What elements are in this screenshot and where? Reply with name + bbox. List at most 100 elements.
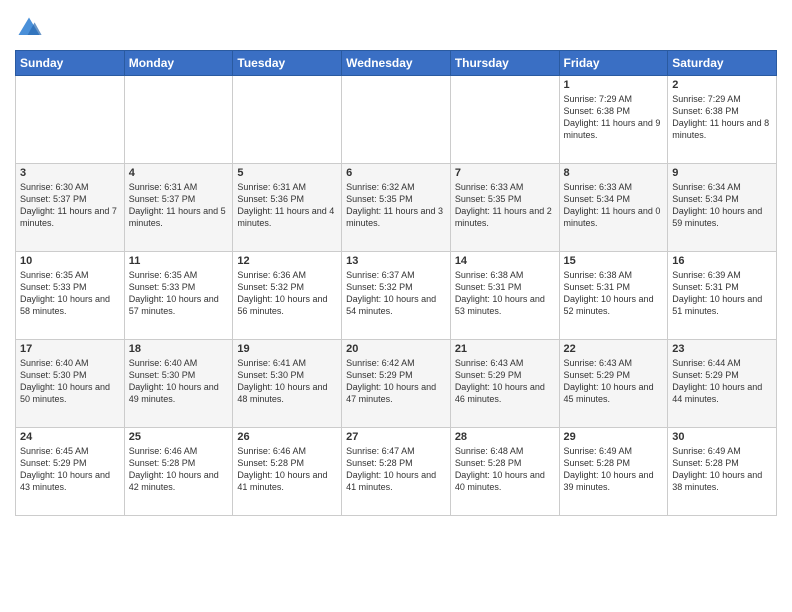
- page-container: SundayMondayTuesdayWednesdayThursdayFrid…: [0, 0, 792, 521]
- calendar-cell: 22 Sunrise: 6:43 AM Sunset: 5:29 PM Dayli…: [559, 340, 668, 428]
- day-number: 26: [237, 431, 337, 443]
- calendar-cell: 20 Sunrise: 6:42 AM Sunset: 5:29 PM Dayli…: [342, 340, 451, 428]
- cell-info: Sunrise: 6:32 AM Sunset: 5:35 PM Dayligh…: [346, 181, 446, 230]
- day-number: 21: [455, 343, 555, 355]
- day-number: 13: [346, 255, 446, 267]
- day-number: 10: [20, 255, 120, 267]
- calendar-cell: 30 Sunrise: 6:49 AM Sunset: 5:28 PM Dayli…: [668, 428, 777, 516]
- calendar-week-row: 3 Sunrise: 6:30 AM Sunset: 5:37 PM Daylig…: [16, 164, 777, 252]
- calendar-cell: [233, 76, 342, 164]
- calendar-cell: 9Sunrise: 6:34 AM Sunset: 5:34 PM Daylig…: [668, 164, 777, 252]
- day-number: 17: [20, 343, 120, 355]
- calendar-week-row: 10 Sunrise: 6:35 AM Sunset: 5:33 PM Dayli…: [16, 252, 777, 340]
- calendar-cell: 6Sunrise: 6:32 AM Sunset: 5:35 PM Daylig…: [342, 164, 451, 252]
- calendar-week-row: 24 Sunrise: 6:45 AM Sunset: 5:29 PM Dayli…: [16, 428, 777, 516]
- calendar-table: SundayMondayTuesdayWednesdayThursdayFrid…: [15, 50, 777, 516]
- cell-info: Sunrise: 6:30 AM Sunset: 5:37 PM Dayligh…: [20, 181, 120, 230]
- calendar-cell: 26 Sunrise: 6:46 AM Sunset: 5:28 PM Dayli…: [233, 428, 342, 516]
- day-number: 7: [455, 167, 555, 179]
- day-number: 29: [564, 431, 664, 443]
- day-number: 28: [455, 431, 555, 443]
- calendar-cell: 23 Sunrise: 6:44 AM Sunset: 5:29 PM Dayli…: [668, 340, 777, 428]
- cell-info: Sunrise: 6:33 AM Sunset: 5:35 PM Dayligh…: [455, 181, 555, 230]
- calendar-cell: 7 Sunrise: 6:33 AM Sunset: 5:35 PM Daylig…: [450, 164, 559, 252]
- cell-info: Sunrise: 6:33 AM Sunset: 5:34 PM Dayligh…: [564, 181, 664, 230]
- day-number: 16: [672, 255, 772, 267]
- calendar-cell: 14Sunrise: 6:38 AM Sunset: 5:31 PM Dayli…: [450, 252, 559, 340]
- cell-info: Sunrise: 6:35 AM Sunset: 5:33 PM Dayligh…: [129, 269, 229, 318]
- calendar-cell: 2 Sunrise: 7:29 AM Sunset: 6:38 PM Daylig…: [668, 76, 777, 164]
- calendar-cell: [124, 76, 233, 164]
- weekday-header: Wednesday: [342, 51, 451, 76]
- cell-info: Sunrise: 6:35 AM Sunset: 5:33 PM Dayligh…: [20, 269, 120, 318]
- logo-icon: [15, 14, 43, 42]
- calendar-cell: 12 Sunrise: 6:36 AM Sunset: 5:32 PM Dayli…: [233, 252, 342, 340]
- day-number: 20: [346, 343, 446, 355]
- day-number: 22: [564, 343, 664, 355]
- calendar-cell: [450, 76, 559, 164]
- cell-info: Sunrise: 6:31 AM Sunset: 5:36 PM Dayligh…: [237, 181, 337, 230]
- day-number: 24: [20, 431, 120, 443]
- cell-info: Sunrise: 6:38 AM Sunset: 5:31 PM Dayligh…: [564, 269, 664, 318]
- day-number: 3: [20, 167, 120, 179]
- cell-info: Sunrise: 6:46 AM Sunset: 5:28 PM Dayligh…: [129, 445, 229, 494]
- cell-info: Sunrise: 6:45 AM Sunset: 5:29 PM Dayligh…: [20, 445, 120, 494]
- calendar-cell: 27 Sunrise: 6:47 AM Sunset: 5:28 PM Dayli…: [342, 428, 451, 516]
- calendar-cell: [16, 76, 125, 164]
- day-number: 23: [672, 343, 772, 355]
- calendar-cell: 3 Sunrise: 6:30 AM Sunset: 5:37 PM Daylig…: [16, 164, 125, 252]
- cell-info: Sunrise: 6:42 AM Sunset: 5:29 PM Dayligh…: [346, 357, 446, 406]
- day-number: 30: [672, 431, 772, 443]
- calendar-cell: 16 Sunrise: 6:39 AM Sunset: 5:31 PM Dayli…: [668, 252, 777, 340]
- day-number: 25: [129, 431, 229, 443]
- day-number: 18: [129, 343, 229, 355]
- cell-info: Sunrise: 7:29 AM Sunset: 6:38 PM Dayligh…: [564, 93, 664, 142]
- calendar-cell: 5Sunrise: 6:31 AM Sunset: 5:36 PM Daylig…: [233, 164, 342, 252]
- header: [15, 10, 777, 42]
- cell-info: Sunrise: 6:46 AM Sunset: 5:28 PM Dayligh…: [237, 445, 337, 494]
- day-number: 15: [564, 255, 664, 267]
- calendar-cell: 11Sunrise: 6:35 AM Sunset: 5:33 PM Dayli…: [124, 252, 233, 340]
- calendar-week-row: 17 Sunrise: 6:40 AM Sunset: 5:30 PM Dayli…: [16, 340, 777, 428]
- header-row: SundayMondayTuesdayWednesdayThursdayFrid…: [16, 51, 777, 76]
- cell-info: Sunrise: 7:29 AM Sunset: 6:38 PM Dayligh…: [672, 93, 772, 142]
- calendar-cell: 18 Sunrise: 6:40 AM Sunset: 5:30 PM Dayli…: [124, 340, 233, 428]
- cell-info: Sunrise: 6:40 AM Sunset: 5:30 PM Dayligh…: [129, 357, 229, 406]
- cell-info: Sunrise: 6:40 AM Sunset: 5:30 PM Dayligh…: [20, 357, 120, 406]
- calendar-cell: 15 Sunrise: 6:38 AM Sunset: 5:31 PM Dayli…: [559, 252, 668, 340]
- calendar-cell: 13 Sunrise: 6:37 AM Sunset: 5:32 PM Dayli…: [342, 252, 451, 340]
- cell-info: Sunrise: 6:43 AM Sunset: 5:29 PM Dayligh…: [564, 357, 664, 406]
- cell-info: Sunrise: 6:38 AM Sunset: 5:31 PM Dayligh…: [455, 269, 555, 318]
- cell-info: Sunrise: 6:34 AM Sunset: 5:34 PM Dayligh…: [672, 181, 772, 230]
- day-number: 8: [564, 167, 664, 179]
- calendar-week-row: 1 Sunrise: 7:29 AM Sunset: 6:38 PM Daylig…: [16, 76, 777, 164]
- cell-info: Sunrise: 6:44 AM Sunset: 5:29 PM Dayligh…: [672, 357, 772, 406]
- cell-info: Sunrise: 6:49 AM Sunset: 5:28 PM Dayligh…: [672, 445, 772, 494]
- weekday-header: Friday: [559, 51, 668, 76]
- calendar-cell: 21 Sunrise: 6:43 AM Sunset: 5:29 PM Dayli…: [450, 340, 559, 428]
- cell-info: Sunrise: 6:41 AM Sunset: 5:30 PM Dayligh…: [237, 357, 337, 406]
- cell-info: Sunrise: 6:43 AM Sunset: 5:29 PM Dayligh…: [455, 357, 555, 406]
- calendar-cell: 24 Sunrise: 6:45 AM Sunset: 5:29 PM Dayli…: [16, 428, 125, 516]
- day-number: 2: [672, 79, 772, 91]
- day-number: 27: [346, 431, 446, 443]
- cell-info: Sunrise: 6:36 AM Sunset: 5:32 PM Dayligh…: [237, 269, 337, 318]
- weekday-header: Monday: [124, 51, 233, 76]
- calendar-cell: 10 Sunrise: 6:35 AM Sunset: 5:33 PM Dayli…: [16, 252, 125, 340]
- day-number: 1: [564, 79, 664, 91]
- calendar-cell: [342, 76, 451, 164]
- day-number: 12: [237, 255, 337, 267]
- calendar-cell: 1 Sunrise: 7:29 AM Sunset: 6:38 PM Daylig…: [559, 76, 668, 164]
- calendar-cell: 25 Sunrise: 6:46 AM Sunset: 5:28 PM Dayli…: [124, 428, 233, 516]
- weekday-header: Thursday: [450, 51, 559, 76]
- weekday-header: Sunday: [16, 51, 125, 76]
- cell-info: Sunrise: 6:31 AM Sunset: 5:37 PM Dayligh…: [129, 181, 229, 230]
- cell-info: Sunrise: 6:39 AM Sunset: 5:31 PM Dayligh…: [672, 269, 772, 318]
- calendar-cell: 8 Sunrise: 6:33 AM Sunset: 5:34 PM Daylig…: [559, 164, 668, 252]
- logo: [15, 14, 45, 42]
- day-number: 4: [129, 167, 229, 179]
- cell-info: Sunrise: 6:48 AM Sunset: 5:28 PM Dayligh…: [455, 445, 555, 494]
- calendar-cell: 28 Sunrise: 6:48 AM Sunset: 5:28 PM Dayli…: [450, 428, 559, 516]
- cell-info: Sunrise: 6:37 AM Sunset: 5:32 PM Dayligh…: [346, 269, 446, 318]
- cell-info: Sunrise: 6:47 AM Sunset: 5:28 PM Dayligh…: [346, 445, 446, 494]
